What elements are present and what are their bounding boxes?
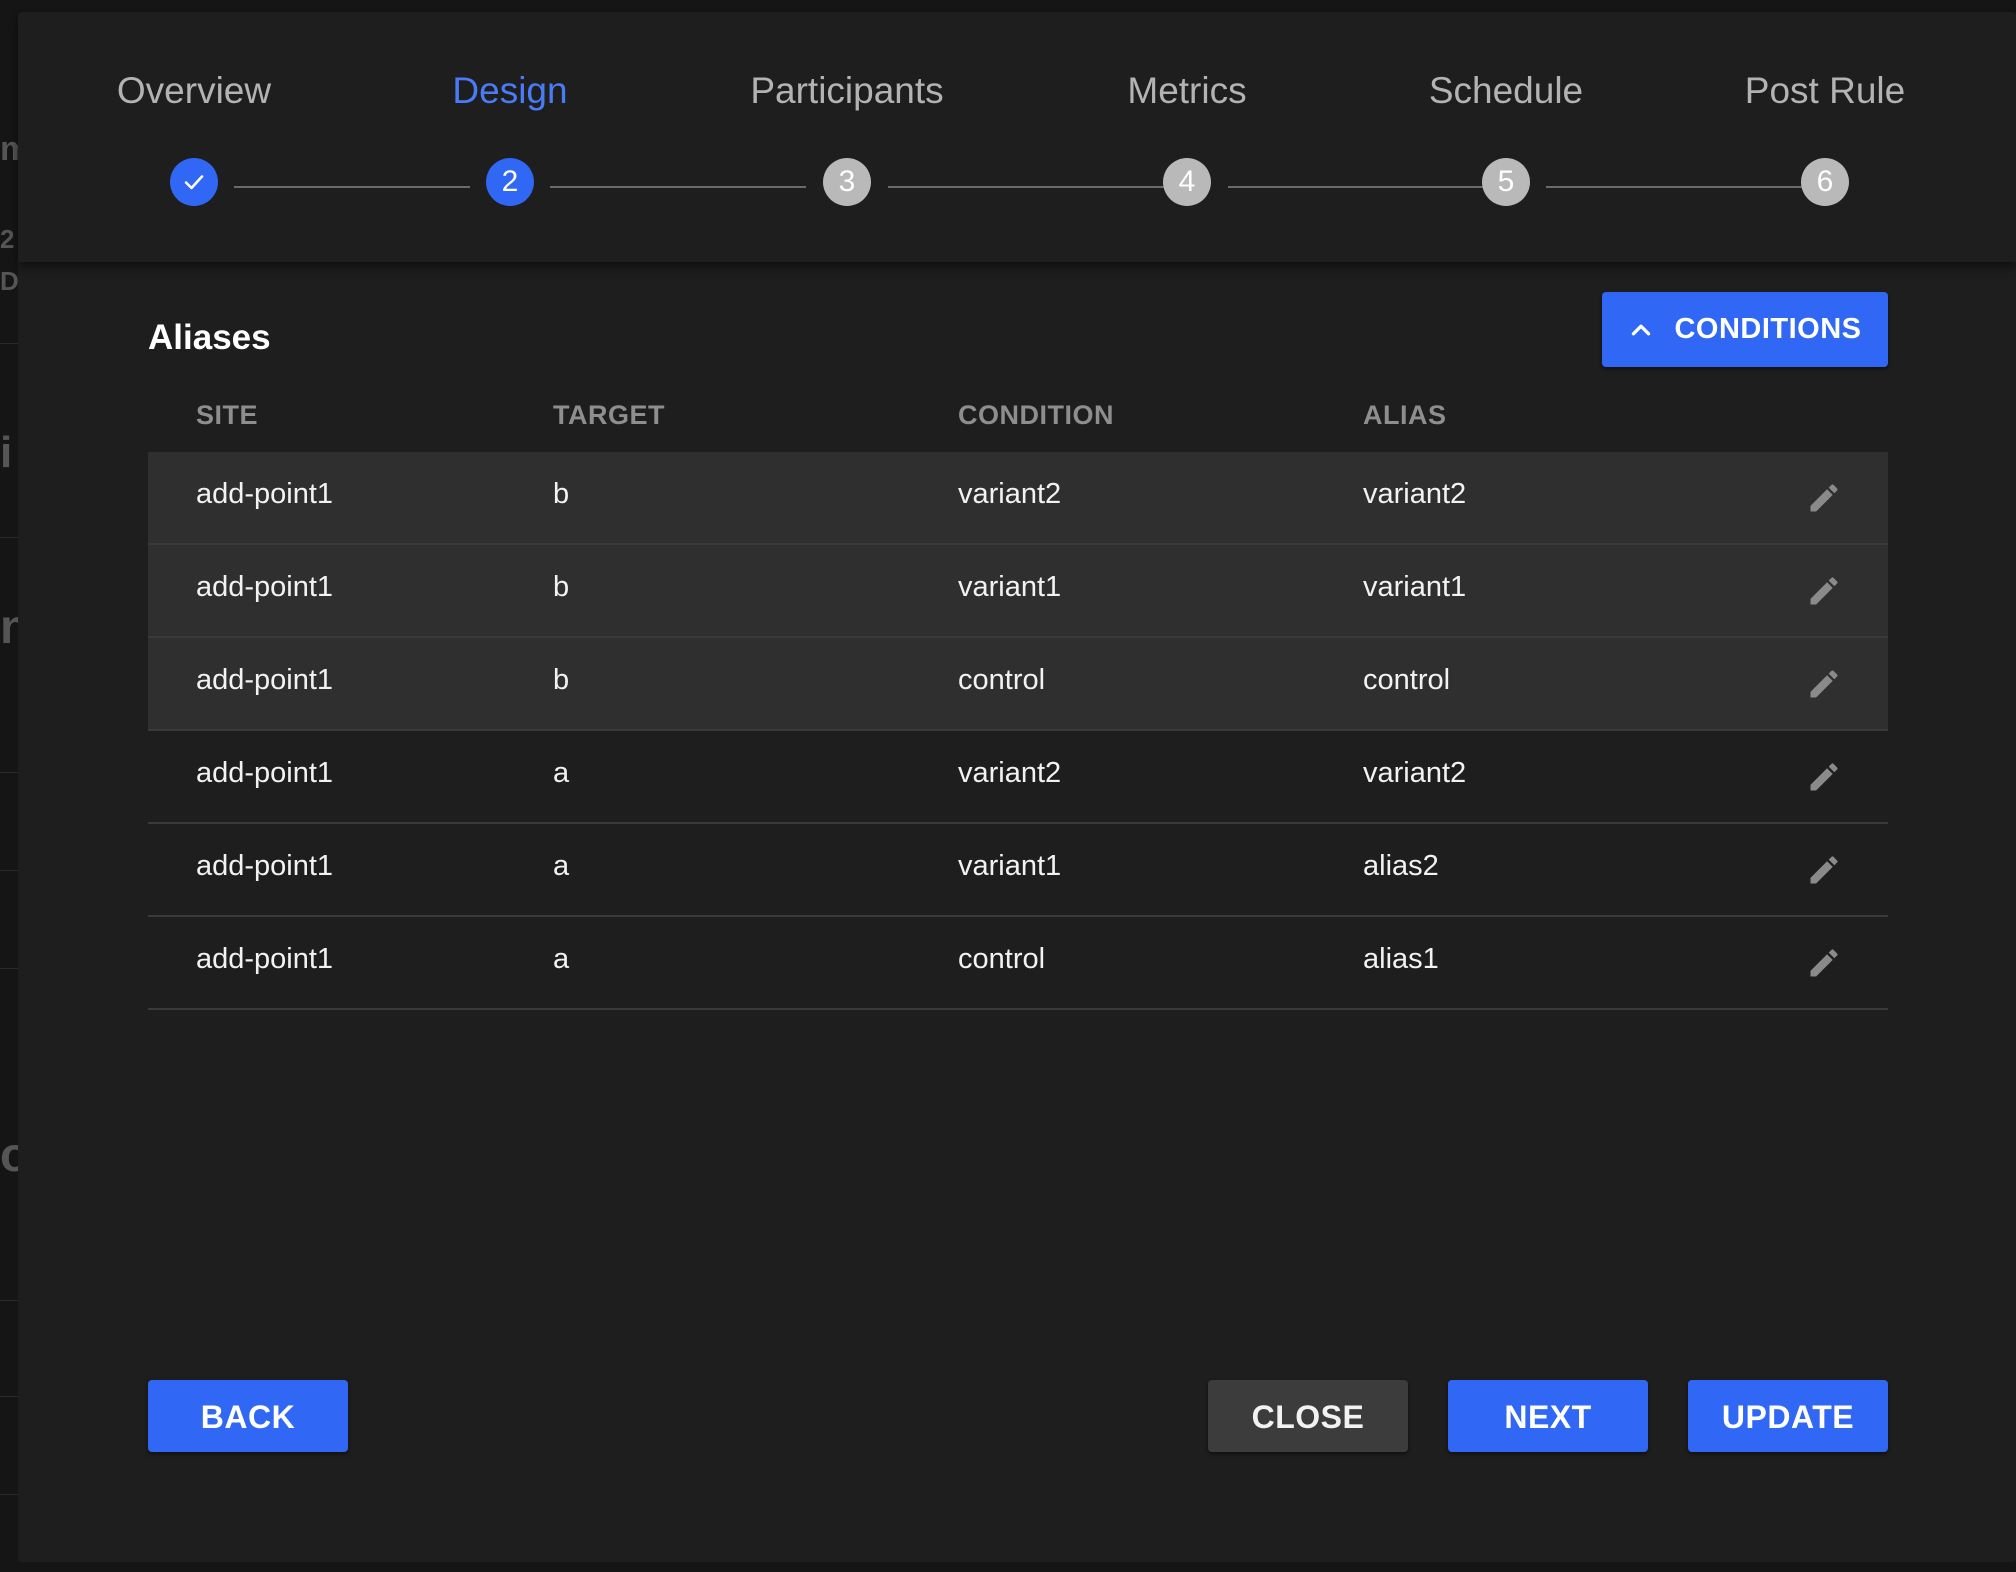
column-header-site: SITE [196, 400, 259, 430]
cell-condition: variant1 [958, 571, 1062, 603]
cell-target: a [553, 757, 570, 789]
pencil-icon[interactable] [1806, 852, 1842, 888]
chevron-up-icon [1632, 324, 1651, 335]
step-number: 3 [823, 158, 871, 206]
cell-site: add-point1 [196, 664, 334, 696]
cell-target: b [553, 664, 570, 696]
background-divider [0, 1494, 18, 1495]
cell-alias: variant2 [1363, 478, 1467, 510]
cell-alias: control [1363, 664, 1451, 696]
cell-condition: variant2 [958, 757, 1062, 789]
step-number: 2 [486, 158, 534, 206]
update-button[interactable]: UPDATE [1688, 1380, 1888, 1452]
background-text-fragment: i [0, 428, 13, 477]
step-participants[interactable]: Participants 3 [737, 12, 957, 262]
pencil-icon[interactable] [1806, 945, 1842, 981]
background-divider [0, 772, 18, 773]
background-divider [0, 968, 18, 969]
background-divider [0, 1396, 18, 1397]
cell-site: add-point1 [196, 943, 334, 975]
column-header-alias: ALIAS [1363, 400, 1447, 430]
pencil-icon[interactable] [1806, 759, 1842, 795]
cell-condition: control [958, 943, 1046, 975]
pencil-icon[interactable] [1806, 480, 1842, 516]
cell-alias: alias1 [1363, 943, 1439, 975]
cell-target: b [553, 571, 570, 603]
background-divider [0, 870, 18, 871]
cell-site: add-point1 [196, 478, 334, 510]
cell-site: add-point1 [196, 757, 334, 789]
cell-alias: alias2 [1363, 850, 1439, 882]
stepper: Overview Design 2 Participants 3 Metrics… [18, 12, 2016, 262]
aliases-table: SITE TARGET CONDITION ALIAS add-point1 b… [148, 382, 1888, 1010]
next-button[interactable]: NEXT [1448, 1380, 1648, 1452]
step-design[interactable]: Design 2 [400, 12, 620, 262]
background-text-fragment: o [0, 1129, 18, 1182]
table-row: add-point1 b variant2 variant2 [148, 452, 1888, 545]
step-label: Metrics [1127, 70, 1247, 111]
cell-site: add-point1 [196, 571, 334, 603]
close-button[interactable]: CLOSE [1208, 1380, 1408, 1452]
step-label: Participants [750, 70, 944, 111]
cell-condition: control [958, 664, 1046, 696]
cell-site: add-point1 [196, 850, 334, 882]
aliases-title: Aliases [148, 318, 271, 357]
background-text-fragment: D [0, 266, 18, 296]
step-post-rule[interactable]: Post Rule 6 [1715, 12, 1935, 262]
step-schedule[interactable]: Schedule 5 [1396, 12, 1616, 262]
cell-target: a [553, 943, 570, 975]
step-number: 4 [1163, 158, 1211, 206]
pencil-icon[interactable] [1806, 573, 1842, 609]
table-row: add-point1 b control control [148, 638, 1888, 731]
cell-target: b [553, 478, 570, 510]
step-metrics[interactable]: Metrics 4 [1077, 12, 1297, 262]
step-label: Schedule [1428, 70, 1584, 111]
table-row: add-point1 a variant2 variant2 [148, 731, 1888, 824]
back-button[interactable]: BACK [148, 1380, 348, 1452]
conditions-toggle-button[interactable]: CONDITIONS [1602, 292, 1888, 367]
background-text-fragment: m [0, 130, 18, 168]
cell-alias: variant2 [1363, 757, 1467, 789]
step-number: 6 [1801, 158, 1849, 206]
table-row: add-point1 a control alias1 [148, 917, 1888, 1010]
step-label: Design [452, 70, 568, 111]
cell-alias: variant1 [1363, 571, 1467, 603]
experiment-dialog: Overview Design 2 Participants 3 Metrics… [18, 12, 2016, 1562]
step-complete-indicator [170, 158, 218, 206]
cell-condition: variant2 [958, 478, 1062, 510]
step-label: Overview [116, 70, 272, 111]
conditions-button-label: CONDITIONS [1674, 313, 1862, 345]
step-label: Post Rule [1744, 70, 1906, 111]
cell-target: a [553, 850, 570, 882]
cell-condition: variant1 [958, 850, 1062, 882]
background-text-fragment: 2 [0, 224, 15, 254]
background-divider [0, 343, 18, 344]
column-header-target: TARGET [553, 400, 665, 430]
background-text-fragment: n [0, 601, 18, 654]
check-icon [184, 175, 204, 190]
step-number: 5 [1482, 158, 1530, 206]
column-header-condition: CONDITION [958, 400, 1114, 430]
step-overview[interactable]: Overview [84, 12, 304, 262]
table-row: add-point1 b variant1 variant1 [148, 545, 1888, 638]
table-header: SITE TARGET CONDITION ALIAS [148, 382, 1888, 452]
background-divider [0, 1300, 18, 1301]
pencil-icon[interactable] [1806, 666, 1842, 702]
background-divider [0, 537, 18, 538]
table-row: add-point1 a variant1 alias2 [148, 824, 1888, 917]
